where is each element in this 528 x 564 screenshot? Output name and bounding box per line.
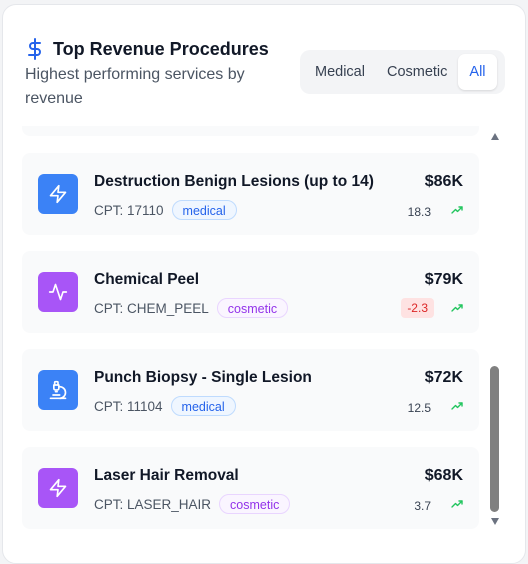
- procedure-cpt: CPT: 17110 medical: [94, 200, 237, 220]
- procedure-list[interactable]: Destruction Benign Lesions (up to 14) CP…: [0, 126, 528, 534]
- dollar-icon: [28, 38, 41, 60]
- scroll-up-arrow-icon[interactable]: [491, 133, 499, 140]
- procedure-cpt: CPT: LASER_HAIR cosmetic: [94, 494, 291, 514]
- procedure-name: Chemical Peel: [94, 271, 200, 288]
- growth-value: 3.7: [414, 499, 431, 513]
- procedure-item[interactable]: Chemical Peel CPT: CHEM_PEEL cosmetic $7…: [22, 251, 479, 333]
- procedure-cpt: CPT: CHEM_PEEL cosmetic: [94, 298, 289, 318]
- scrollbar[interactable]: [489, 130, 501, 528]
- cpt-code: CPT: 11104: [94, 398, 163, 414]
- filter-medical-button[interactable]: Medical: [304, 54, 376, 90]
- card-header: Top Revenue Procedures: [25, 37, 269, 61]
- procedure-item[interactable]: Laser Hair Removal CPT: LASER_HAIR cosme…: [22, 447, 479, 529]
- growth-value: 18.3: [407, 205, 431, 219]
- procedure-name: Punch Biopsy - Single Lesion: [94, 369, 312, 386]
- list-item[interactable]: [22, 126, 479, 136]
- category-badge: medical: [171, 200, 237, 220]
- procedure-name: Destruction Benign Lesions (up to 14): [94, 173, 374, 190]
- procedure-cpt: CPT: 11104 medical: [94, 396, 236, 416]
- card-title: Top Revenue Procedures: [53, 38, 269, 59]
- cpt-code: CPT: LASER_HAIR: [94, 496, 212, 512]
- revenue-amount: $68K: [424, 467, 463, 484]
- category-badge: medical: [170, 396, 236, 416]
- category-filter: Medical Cosmetic All: [300, 50, 505, 94]
- procedure-item[interactable]: Punch Biopsy - Single Lesion CPT: 11104 …: [22, 349, 479, 431]
- card-subtitle: Highest performing services by revenue: [25, 66, 245, 107]
- cpt-code: CPT: 17110: [94, 202, 164, 218]
- scrollbar-thumb[interactable]: [490, 366, 499, 512]
- zap-icon: [38, 468, 78, 508]
- cpt-code: CPT: CHEM_PEEL: [94, 300, 209, 316]
- growth-value: -2.3: [401, 298, 434, 318]
- revenue-amount: $86K: [424, 173, 463, 190]
- revenue-amount: $79K: [424, 271, 463, 288]
- filter-all-button[interactable]: All: [458, 54, 497, 90]
- trending-up-icon: [451, 500, 463, 508]
- microscope-icon: [38, 370, 78, 410]
- activity-icon: [38, 272, 78, 312]
- growth-value: 12.5: [407, 401, 431, 415]
- revenue-amount: $72K: [424, 369, 463, 386]
- zap-icon: [38, 174, 78, 214]
- trending-up-icon: [451, 206, 463, 214]
- trending-up-icon: [451, 402, 463, 410]
- trending-up-icon: [451, 304, 463, 312]
- filter-cosmetic-button[interactable]: Cosmetic: [376, 54, 458, 90]
- procedure-name: Laser Hair Removal: [94, 467, 239, 484]
- category-badge: cosmetic: [219, 494, 291, 514]
- category-badge: cosmetic: [216, 298, 289, 318]
- scroll-down-arrow-icon[interactable]: [491, 518, 499, 525]
- procedure-item[interactable]: Destruction Benign Lesions (up to 14) CP…: [22, 153, 479, 235]
